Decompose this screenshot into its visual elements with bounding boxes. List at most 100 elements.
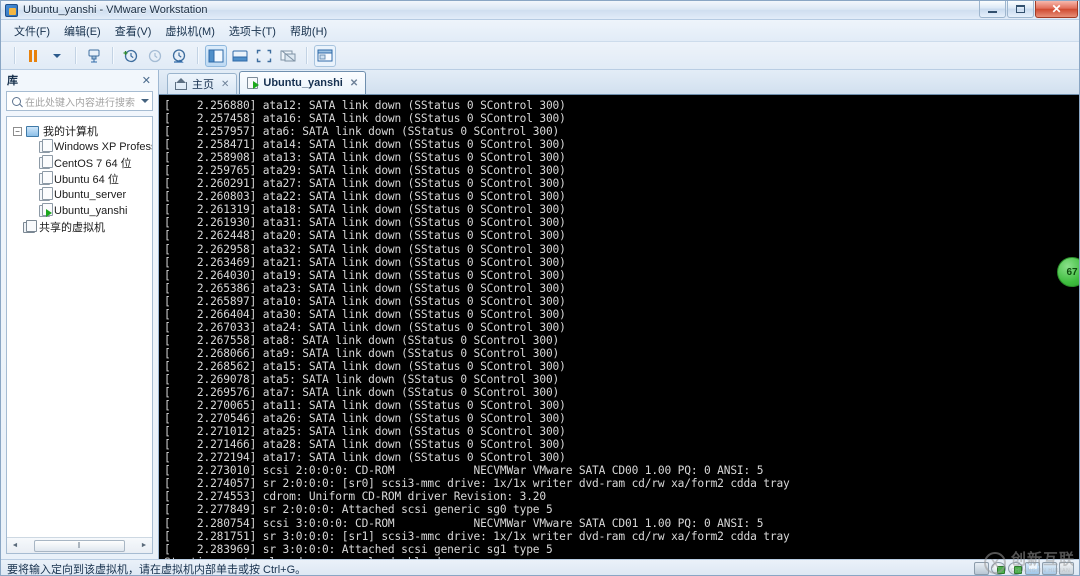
tree-item-shared-vms[interactable]: 共享的虚拟机 bbox=[7, 219, 152, 235]
status-network-adapter-icon[interactable] bbox=[991, 562, 1006, 575]
tab-strip: 主页 ✕ Ubuntu_yanshi ✕ bbox=[159, 70, 1079, 95]
take-snapshot-button[interactable] bbox=[120, 45, 142, 67]
tree-item-label: CentOS 7 64 位 bbox=[54, 158, 132, 170]
toolbar-separator bbox=[197, 47, 198, 64]
status-floppy-icon[interactable] bbox=[1025, 562, 1040, 575]
vm-running-icon bbox=[39, 203, 53, 217]
show-thumbnails-button[interactable] bbox=[314, 44, 336, 67]
console-progress-badge: 67 bbox=[1057, 257, 1079, 287]
search-icon bbox=[12, 96, 21, 106]
vm-running-icon bbox=[247, 77, 260, 89]
tree-item-label: Ubuntu_yanshi bbox=[54, 205, 128, 217]
snapshot-manage-icon bbox=[172, 48, 186, 63]
menu-vm[interactable]: 虚拟机(M) bbox=[158, 21, 222, 41]
maximize-icon bbox=[1016, 5, 1025, 13]
scroll-left-icon[interactable]: ◄ bbox=[8, 539, 22, 553]
tab-close-icon[interactable]: ✕ bbox=[350, 78, 358, 89]
vm-icon bbox=[39, 155, 53, 169]
unity-mode-button[interactable] bbox=[277, 45, 299, 67]
library-header: 库 ✕ bbox=[1, 70, 158, 90]
status-usb-icon[interactable] bbox=[1042, 562, 1057, 575]
thumbnail-bar-icon bbox=[317, 49, 333, 62]
tab-label: Ubuntu_yanshi bbox=[263, 77, 343, 89]
snapshot-revert-icon bbox=[148, 49, 162, 62]
tab-label: 主页 bbox=[192, 79, 214, 91]
sidebar-item-ubuntu-server[interactable]: Ubuntu_server bbox=[7, 187, 152, 203]
library-panel-icon bbox=[208, 49, 224, 62]
revert-snapshot-button[interactable] bbox=[144, 45, 166, 67]
sidebar-item-ubuntu-yanshi[interactable]: Ubuntu_yanshi bbox=[7, 203, 152, 219]
library-sidebar: 库 ✕ 在此处键入内容进行搜索 − 我的计算机 Windows XP Profe… bbox=[1, 70, 159, 559]
toolbar bbox=[1, 42, 1079, 70]
toolbar-separator bbox=[306, 47, 307, 64]
tab-close-icon[interactable]: ✕ bbox=[221, 79, 229, 90]
snapshot-manager-button[interactable] bbox=[83, 45, 105, 67]
close-button[interactable]: ✕ bbox=[1035, 1, 1078, 18]
title-bar: Ubuntu_yanshi - VMware Workstation ✕ bbox=[1, 1, 1079, 20]
maximize-button[interactable] bbox=[1007, 1, 1034, 18]
menu-view[interactable]: 查看(V) bbox=[108, 21, 159, 41]
library-search-wrap: 在此处键入内容进行搜索 bbox=[1, 90, 158, 116]
search-input[interactable]: 在此处键入内容进行搜索 bbox=[6, 91, 153, 111]
close-icon: ✕ bbox=[1051, 2, 1062, 16]
sidebar-horizontal-scrollbar[interactable]: ◄ ‖ ► bbox=[7, 537, 152, 553]
minimize-icon bbox=[988, 10, 997, 13]
fullscreen-icon bbox=[256, 49, 272, 62]
vm-tree-panel: − 我的计算机 Windows XP Professional CentOS 7… bbox=[6, 116, 153, 554]
chevron-down-icon[interactable] bbox=[141, 99, 149, 103]
suspend-button[interactable] bbox=[22, 45, 44, 67]
tab-home[interactable]: 主页 ✕ bbox=[167, 73, 238, 94]
library-close-icon[interactable]: ✕ bbox=[139, 74, 154, 87]
unity-icon bbox=[280, 49, 296, 61]
home-icon bbox=[175, 77, 187, 90]
main-body: 库 ✕ 在此处键入内容进行搜索 − 我的计算机 Windows XP Profe… bbox=[1, 70, 1079, 559]
status-printer-icon[interactable] bbox=[1059, 562, 1074, 575]
tree-item-label: Ubuntu_server bbox=[54, 189, 127, 201]
show-library-button[interactable] bbox=[205, 44, 227, 67]
vm-tree: − 我的计算机 Windows XP Professional CentOS 7… bbox=[7, 117, 152, 537]
vmware-workstation-window: Ubuntu_yanshi - VMware Workstation ✕ 文件(… bbox=[0, 0, 1080, 576]
fullscreen-button[interactable] bbox=[253, 45, 275, 67]
tree-item-label: 共享的虚拟机 bbox=[39, 222, 105, 234]
status-message: 要将输入定向到该虚拟机，请在虚拟机内部单击或按 Ctrl+G。 bbox=[7, 563, 307, 576]
sidebar-item-ubuntu64[interactable]: Ubuntu 64 位 bbox=[7, 171, 152, 187]
status-bar: 要将输入定向到该虚拟机，请在虚拟机内部单击或按 Ctrl+G。 bbox=[1, 559, 1079, 576]
toolbar-separator bbox=[112, 47, 113, 64]
computer-icon bbox=[26, 125, 39, 137]
sidebar-item-centos7[interactable]: CentOS 7 64 位 bbox=[7, 155, 152, 171]
scrollbar-track[interactable]: ‖ bbox=[22, 539, 137, 553]
vm-console[interactable]: [ 2.256880] ata12: SATA link down (SStat… bbox=[159, 95, 1079, 559]
window-controls: ✕ bbox=[979, 1, 1078, 18]
status-network-adapter2-icon[interactable] bbox=[1008, 562, 1023, 575]
tab-ubuntu-yanshi[interactable]: Ubuntu_yanshi ✕ bbox=[239, 71, 367, 94]
menu-edit[interactable]: 编辑(E) bbox=[57, 21, 108, 41]
show-console-view-button[interactable] bbox=[229, 45, 251, 67]
pause-icon bbox=[29, 49, 37, 62]
shared-vms-icon bbox=[23, 219, 37, 233]
manage-snapshots-button[interactable] bbox=[168, 45, 190, 67]
tree-item-label: Windows XP Professional bbox=[54, 141, 152, 153]
toolbar-separator bbox=[75, 47, 76, 64]
console-view-icon bbox=[232, 50, 248, 61]
menu-bar: 文件(F) 编辑(E) 查看(V) 虚拟机(M) 选项卡(T) 帮助(H) bbox=[1, 20, 1079, 42]
toolbar-separator bbox=[14, 47, 15, 64]
tree-item-my-computer[interactable]: − 我的计算机 bbox=[7, 123, 152, 139]
vm-icon bbox=[39, 171, 53, 185]
vm-icon bbox=[39, 139, 53, 153]
scroll-right-icon[interactable]: ► bbox=[137, 539, 151, 553]
power-dropdown-button[interactable] bbox=[46, 45, 68, 67]
menu-tabs[interactable]: 选项卡(T) bbox=[222, 21, 283, 41]
console-output: [ 2.256880] ata12: SATA link down (SStat… bbox=[164, 99, 790, 559]
minimize-button[interactable] bbox=[979, 1, 1006, 18]
scrollbar-thumb[interactable]: ‖ bbox=[34, 539, 125, 552]
window-title: Ubuntu_yanshi - VMware Workstation bbox=[23, 4, 208, 16]
collapse-icon[interactable]: − bbox=[13, 126, 22, 136]
status-harddisk-icon[interactable] bbox=[974, 562, 989, 575]
sidebar-item-windows-xp[interactable]: Windows XP Professional bbox=[7, 139, 152, 155]
tree-item-label: Ubuntu 64 位 bbox=[54, 174, 119, 186]
vm-icon bbox=[39, 187, 53, 201]
menu-help[interactable]: 帮助(H) bbox=[283, 21, 334, 41]
tree-item-label: 我的计算机 bbox=[43, 126, 98, 138]
menu-file[interactable]: 文件(F) bbox=[7, 21, 57, 41]
library-title: 库 bbox=[7, 75, 18, 87]
